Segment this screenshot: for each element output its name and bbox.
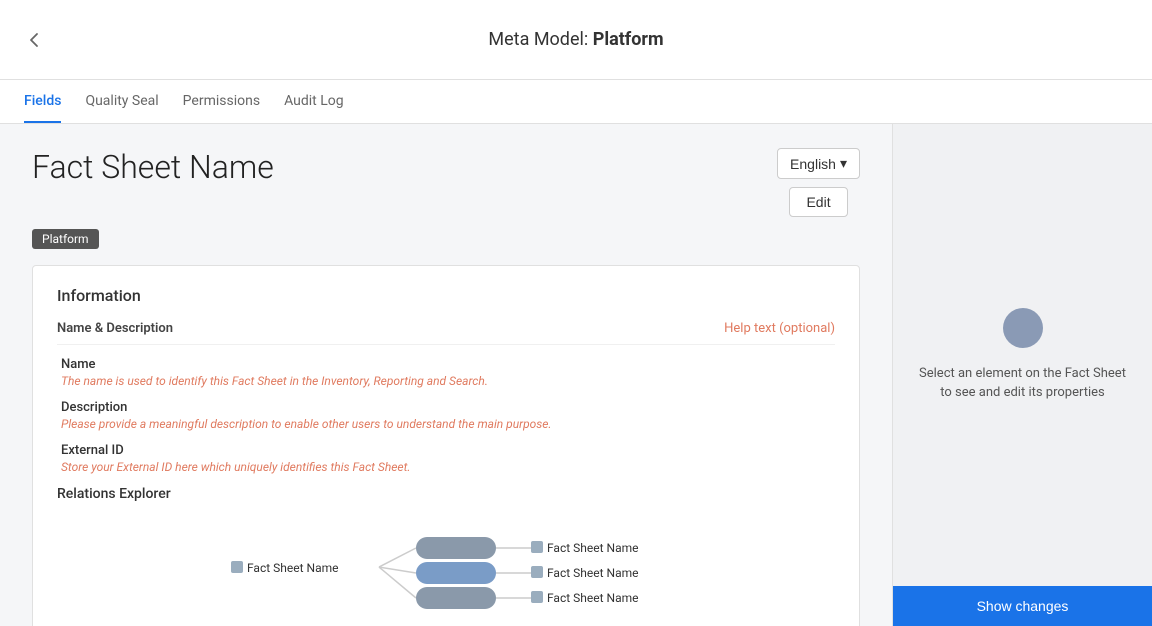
edit-button[interactable]: Edit xyxy=(789,187,847,217)
field-description: Description Please provide a meaningful … xyxy=(57,400,835,431)
header: Meta Model: Platform xyxy=(0,0,1152,80)
main-layout: Fact Sheet Name English ▾ Edit Platform … xyxy=(0,124,1152,626)
relations-title: Relations Explorer xyxy=(57,486,835,502)
back-button[interactable] xyxy=(24,30,44,50)
relations-diagram: Fact Sheet Name xyxy=(57,518,835,626)
panel-icon xyxy=(1003,308,1043,348)
svg-text:Fact Sheet Name: Fact Sheet Name xyxy=(247,561,338,575)
tabs-bar: Fields Quality Seal Permissions Audit Lo… xyxy=(0,80,1152,124)
language-button[interactable]: English ▾ xyxy=(777,148,860,179)
tab-fields[interactable]: Fields xyxy=(24,81,61,123)
right-panel-content: Select an element on the Fact Sheet to s… xyxy=(893,124,1152,586)
tab-audit-log[interactable]: Audit Log xyxy=(284,81,344,123)
relations-explorer: Relations Explorer Fact Sheet Name xyxy=(57,486,835,626)
tab-permissions[interactable]: Permissions xyxy=(183,81,260,123)
show-changes-button[interactable]: Show changes xyxy=(893,586,1152,626)
page-title: Meta Model: Platform xyxy=(488,29,663,50)
field-help-text: Help text (optional) xyxy=(724,321,835,336)
svg-text:Fact Sheet Name: Fact Sheet Name xyxy=(547,541,638,555)
svg-text:Fact Sheet Name: Fact Sheet Name xyxy=(547,591,638,605)
tab-quality-seal[interactable]: Quality Seal xyxy=(85,81,158,123)
platform-badge: Platform xyxy=(32,229,99,249)
fact-sheet-header: Fact Sheet Name English ▾ Edit xyxy=(32,148,860,217)
field-group-name: Name & Description xyxy=(57,321,173,336)
field-name: Name The name is used to identify this F… xyxy=(57,357,835,388)
field-group-header: Name & Description Help text (optional) xyxy=(57,321,835,345)
field-external-id: External ID Store your External ID here … xyxy=(57,443,835,474)
information-section: Information Name & Description Help text… xyxy=(32,265,860,626)
information-title: Information xyxy=(57,286,835,305)
panel-message: Select an element on the Fact Sheet to s… xyxy=(917,364,1128,403)
fact-sheet-title: Fact Sheet Name xyxy=(32,148,274,186)
content-area: Fact Sheet Name English ▾ Edit Platform … xyxy=(0,124,892,626)
right-panel: Select an element on the Fact Sheet to s… xyxy=(892,124,1152,626)
svg-text:Fact Sheet Name: Fact Sheet Name xyxy=(547,566,638,580)
fact-sheet-title-block: Fact Sheet Name xyxy=(32,148,274,186)
header-actions: English ▾ Edit xyxy=(777,148,860,217)
